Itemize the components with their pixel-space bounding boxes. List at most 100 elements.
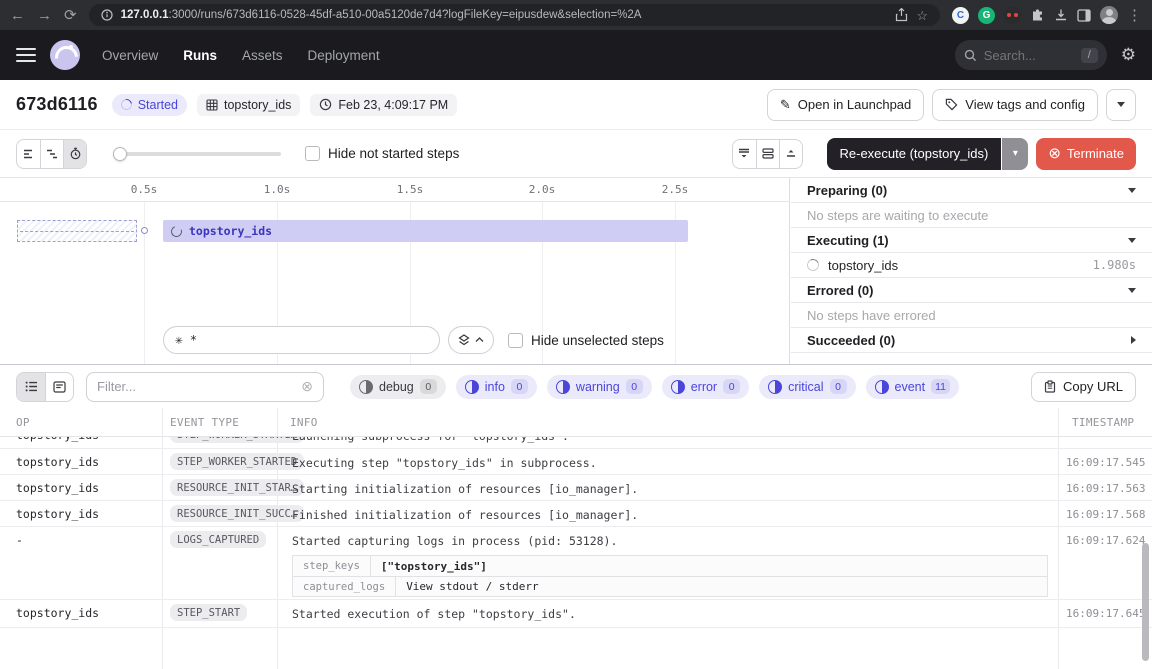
spinner-icon <box>805 257 820 272</box>
chip-debug[interactable]: debug 0 <box>350 375 446 399</box>
graph-options-button[interactable] <box>448 326 494 354</box>
share-icon[interactable] <box>895 8 908 22</box>
hide-unselected-checkbox[interactable] <box>508 333 523 348</box>
succeeded-section-header[interactable]: Succeeded (0) <box>791 328 1152 353</box>
log-filter-input[interactable] <box>97 379 295 394</box>
expand-panel-icon[interactable] <box>779 140 802 168</box>
chevron-down-icon <box>1117 102 1125 107</box>
event-type-badge: RESOURCE_INIT_SUCC… <box>170 505 304 522</box>
extensions-puzzle-icon[interactable] <box>1030 8 1045 23</box>
gantt-mode-segment <box>16 139 87 169</box>
log-row[interactable]: topstory_ids STEP_WORKER_STARTED Executi… <box>0 449 1152 475</box>
step-selection-value[interactable] <box>190 333 428 347</box>
chevron-down-icon: ▾ <box>1013 148 1018 159</box>
log-filter-input-box[interactable]: ⊗ <box>86 372 324 402</box>
global-search[interactable]: / <box>955 40 1107 70</box>
reexecute-dropdown[interactable]: ▾ <box>1002 138 1028 170</box>
clear-filter-icon[interactable]: ⊗ <box>301 378 313 395</box>
log-row-logs-captured[interactable]: - LOGS_CAPTURED Started capturing logs i… <box>0 527 1152 600</box>
log-row[interactable]: topstory_ids RESOURCE_INIT_STAR… Startin… <box>0 475 1152 501</box>
run-more-actions-button[interactable] <box>1106 89 1136 121</box>
errored-section-header[interactable]: Errored (0) <box>791 278 1152 303</box>
gantt-mode-timed-icon[interactable] <box>63 140 86 168</box>
executing-step-row[interactable]: topstory_ids 1.980s <box>791 253 1152 278</box>
browser-refresh-icon[interactable]: ⟳ <box>64 8 77 23</box>
nav-item-runs[interactable]: Runs <box>183 48 217 63</box>
timestamp-cell[interactable]: 16:09:17.624 <box>1066 534 1145 547</box>
meta-key: step_keys <box>293 556 371 576</box>
gantt-connector-dot <box>141 227 148 234</box>
log-structured-view-icon[interactable] <box>45 373 73 401</box>
gantt-mode-waterfall-icon[interactable] <box>40 140 63 168</box>
address-bar[interactable]: 127.0.0.1:3000/runs/673d6116-0528-45df-a… <box>89 4 940 26</box>
settings-gear-icon[interactable]: ⚙ <box>1121 45 1136 65</box>
view-tags-config-button[interactable]: View tags and config <box>932 89 1098 121</box>
log-table: OP EVENT TYPE INFO TIMESTAMP topstory_id… <box>0 408 1152 669</box>
copy-url-button[interactable]: Copy URL <box>1031 372 1136 402</box>
side-panel-icon[interactable] <box>1077 9 1091 22</box>
log-row-clipped[interactable]: topstory_ids STEP_WORKER_STARTI… Launchi… <box>0 437 1152 449</box>
nav-item-deployment[interactable]: Deployment <box>308 48 380 63</box>
layers-icon <box>458 334 470 346</box>
search-input[interactable] <box>984 48 1074 63</box>
chip-count: 0 <box>723 379 740 394</box>
nav-item-overview[interactable]: Overview <box>102 48 158 63</box>
chevron-up-icon <box>475 337 484 343</box>
step-selector-input[interactable]: ✳ <box>163 326 440 354</box>
nav-links: Overview Runs Assets Deployment <box>102 48 380 63</box>
open-in-launchpad-button[interactable]: ✎ Open in Launchpad <box>767 89 924 121</box>
split-panel-icon[interactable] <box>756 140 779 168</box>
hide-not-started-checkbox[interactable] <box>305 146 320 161</box>
chip-event[interactable]: event 11 <box>866 375 960 399</box>
timestamp-cell[interactable]: 16:09:17.645 <box>1066 607 1145 620</box>
event-type-badge: RESOURCE_INIT_STAR… <box>170 479 304 496</box>
bookmark-star-icon[interactable]: ☆ <box>916 9 928 22</box>
gantt-mode-flat-icon[interactable] <box>17 140 40 168</box>
toggle-icon <box>875 380 889 394</box>
chip-error[interactable]: error 0 <box>662 375 749 399</box>
nav-item-assets[interactable]: Assets <box>242 48 283 63</box>
chip-warning[interactable]: warning 0 <box>547 375 652 399</box>
hamburger-menu-icon[interactable] <box>16 48 36 63</box>
grammarly-extension-icon[interactable]: G <box>978 7 995 24</box>
collapse-panel-icon[interactable] <box>733 140 756 168</box>
gantt-zoom-slider[interactable] <box>113 147 281 161</box>
preparing-section-header[interactable]: Preparing (0) <box>791 178 1152 203</box>
timestamp-cell[interactable]: 16:09:17.568 <box>1066 508 1145 521</box>
reexecute-button[interactable]: Re-execute (topstory_ids) ▾ <box>827 138 1029 170</box>
browser-back-icon[interactable]: ← <box>10 8 25 23</box>
downloads-icon[interactable] <box>1054 8 1068 22</box>
executing-section-header[interactable]: Executing (1) <box>791 228 1152 253</box>
gantt-step-bar[interactable]: topstory_ids <box>163 220 688 242</box>
spinner-icon <box>169 224 184 239</box>
pencil-icon: ✎ <box>780 97 791 113</box>
browser-forward-icon[interactable]: → <box>37 8 52 23</box>
hide-not-started-label: Hide not started steps <box>328 146 459 161</box>
chip-critical[interactable]: critical 0 <box>759 375 855 399</box>
site-info-icon[interactable] <box>101 9 113 21</box>
toggle-icon <box>768 380 782 394</box>
profile-avatar[interactable] <box>1100 6 1118 24</box>
terminate-button[interactable]: ⊗ Terminate <box>1036 138 1136 170</box>
log-row[interactable]: topstory_ids STEP_START Started executio… <box>0 600 1152 628</box>
meta-row-step-keys: step_keys ["topstory_ids"] <box>293 556 1047 576</box>
axis-tick: 0.5s <box>131 183 158 196</box>
hide-unselected-label: Hide unselected steps <box>531 333 664 348</box>
browser-menu-icon[interactable]: ⋮ <box>1127 8 1142 23</box>
start-time-tag[interactable]: Feb 23, 4:09:17 PM <box>310 94 457 116</box>
slider-knob[interactable] <box>113 147 127 161</box>
job-tag[interactable]: topstory_ids <box>197 94 300 116</box>
event-type-badge: LOGS_CAPTURED <box>170 531 266 548</box>
meta-row-captured-logs: captured_logs View stdout / stderr <box>293 576 1047 596</box>
run-status-badge[interactable]: Started <box>112 94 187 116</box>
log-list-view-icon[interactable] <box>17 373 45 401</box>
view-stdout-stderr-link[interactable]: View stdout / stderr <box>396 580 548 593</box>
timestamp-cell[interactable]: 16:09:17.545 <box>1066 456 1145 469</box>
extension-icon-2[interactable] <box>1004 7 1021 24</box>
timestamp-cell[interactable]: 16:09:17.563 <box>1066 482 1145 495</box>
chip-info[interactable]: info 0 <box>456 375 537 399</box>
log-row[interactable]: topstory_ids RESOURCE_INIT_SUCC… Finishe… <box>0 501 1152 527</box>
extension-icon-1[interactable]: C <box>952 7 969 24</box>
dagster-logo[interactable] <box>50 40 80 70</box>
log-scrollbar-thumb[interactable] <box>1142 543 1149 661</box>
